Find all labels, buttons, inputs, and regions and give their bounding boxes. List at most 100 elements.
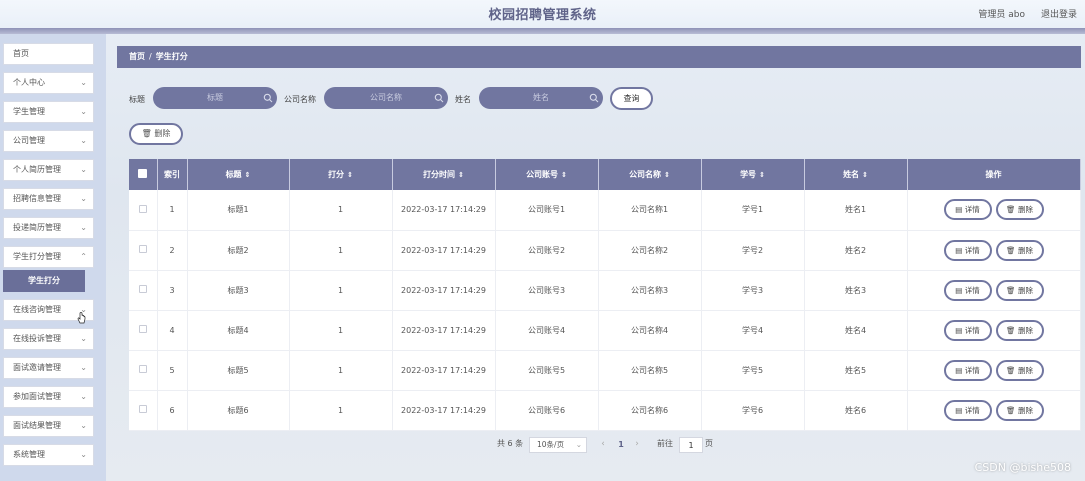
sidebar-item-label: 在线投诉管理 bbox=[13, 334, 61, 343]
col-name[interactable]: 姓名 ⇕ bbox=[804, 159, 908, 190]
table-row: 2 标题2 1 2022-03-17 17:14:29 公司账号2 公司名称2 学号2 姓名2… bbox=[129, 230, 1081, 271]
batch-delete-button[interactable]: 🗑 删除 bbox=[129, 123, 183, 145]
sidebar-item-personal-center[interactable]: 个人中心 ⌄ bbox=[3, 72, 94, 94]
next-page-button[interactable]: › bbox=[631, 437, 643, 453]
sidebar-item-label: 系统管理 bbox=[13, 450, 45, 459]
row-checkbox-cell[interactable] bbox=[129, 350, 158, 391]
top-header: 校园招聘管理系统 管理员 abo 退出登录 bbox=[0, 0, 1085, 28]
col-score[interactable]: 打分 ⇕ bbox=[289, 159, 393, 190]
name-search-input[interactable] bbox=[479, 87, 603, 109]
breadcrumb: 首页 / 学生打分 bbox=[117, 46, 1081, 68]
sidebar-item-label: 在线咨询管理 bbox=[13, 305, 61, 314]
cell-index: 6 bbox=[157, 390, 188, 431]
sidebar-item-label: 个人简历管理 bbox=[13, 165, 61, 174]
sidebar-item-label: 学生打分管理 bbox=[13, 252, 61, 261]
delete-button[interactable]: 🗑 删除 bbox=[995, 279, 1044, 301]
cell-company-name: 公司名称6 bbox=[598, 390, 702, 431]
sidebar-subitem-student-score[interactable]: 学生打分 bbox=[3, 270, 85, 292]
select-all-checkbox[interactable] bbox=[138, 169, 148, 178]
detail-button[interactable]: ▤ 详情 bbox=[943, 359, 992, 381]
col-student-no[interactable]: 学号 ⇕ bbox=[701, 159, 805, 190]
col-title[interactable]: 标题 ⇕ bbox=[187, 159, 290, 190]
prev-page-button[interactable]: ‹ bbox=[597, 437, 609, 453]
col-company-account[interactable]: 公司账号 ⇕ bbox=[495, 159, 599, 190]
page-size-select[interactable]: 10条/页 ⌄ bbox=[529, 437, 587, 453]
row-checkbox[interactable] bbox=[138, 204, 147, 213]
cell-name: 姓名5 bbox=[804, 350, 908, 391]
sidebar-item-label: 面试结果管理 bbox=[13, 421, 61, 430]
sidebar-item-system-mgmt[interactable]: 系统管理 ⌄ bbox=[3, 444, 94, 466]
sort-icon[interactable]: ⇕ bbox=[347, 171, 353, 179]
breadcrumb-home[interactable]: 首页 bbox=[129, 52, 145, 61]
goto-page-input[interactable] bbox=[679, 437, 703, 453]
row-checkbox-cell[interactable] bbox=[129, 390, 158, 431]
chevron-down-icon: ⌄ bbox=[80, 194, 87, 203]
col-score-time[interactable]: 打分时间 ⇕ bbox=[392, 159, 496, 190]
table-row: 3 标题3 1 2022-03-17 17:14:29 公司账号3 公司名称3 学号3 姓名3… bbox=[129, 270, 1081, 311]
sidebar-item-company-mgmt[interactable]: 公司管理 ⌄ bbox=[3, 130, 94, 152]
row-checkbox[interactable] bbox=[138, 285, 147, 293]
sidebar-item-resume-delivery-mgmt[interactable]: 投递简历管理 ⌄ bbox=[3, 217, 94, 239]
row-checkbox-cell[interactable] bbox=[129, 310, 158, 351]
sidebar-item-attend-interview-mgmt[interactable]: 参加面试管理 ⌄ bbox=[3, 386, 94, 408]
sort-icon[interactable]: ⇕ bbox=[245, 171, 251, 179]
page-number-1[interactable]: 1 bbox=[615, 437, 627, 453]
hand-cursor-icon bbox=[77, 312, 86, 324]
row-checkbox-cell[interactable] bbox=[129, 230, 158, 271]
cell-company-account: 公司账号3 bbox=[495, 270, 599, 311]
table-row: 1 标题1 1 2022-03-17 17:14:29 公司账号1 公司名称1 学号1 姓名1… bbox=[129, 190, 1081, 231]
detail-button[interactable]: ▤ 详情 bbox=[943, 239, 992, 261]
delete-button[interactable]: 🗑 删除 bbox=[995, 199, 1044, 221]
row-checkbox[interactable] bbox=[138, 405, 147, 413]
sort-icon[interactable]: ⇕ bbox=[759, 171, 765, 179]
detail-button[interactable]: ▤ 详情 bbox=[943, 399, 992, 421]
sidebar-item-home[interactable]: 首页 bbox=[3, 43, 94, 65]
sort-icon[interactable]: ⇕ bbox=[862, 171, 868, 179]
sidebar-item-label: 学生管理 bbox=[13, 107, 45, 116]
title-search-input[interactable] bbox=[153, 87, 277, 109]
cell-operations: ▤ 详情 🗑 删除 bbox=[907, 390, 1081, 431]
sort-icon[interactable]: ⇕ bbox=[561, 171, 567, 179]
query-button[interactable]: 查询 bbox=[610, 87, 653, 110]
row-checkbox-cell[interactable] bbox=[129, 270, 158, 311]
select-all-checkbox-cell[interactable] bbox=[129, 159, 158, 190]
cell-student-no: 学号4 bbox=[701, 310, 805, 351]
company-search-input[interactable] bbox=[324, 87, 448, 109]
row-checkbox-cell[interactable] bbox=[129, 190, 158, 231]
sort-icon[interactable]: ⇕ bbox=[458, 171, 464, 179]
sidebar-item-label: 参加面试管理 bbox=[13, 392, 61, 401]
sidebar-item-online-complaint-mgmt[interactable]: 在线投诉管理 ⌄ bbox=[3, 328, 94, 350]
cell-name: 姓名6 bbox=[804, 390, 908, 431]
table-body: 1 标题1 1 2022-03-17 17:14:29 公司账号1 公司名称1 学号1 姓名1… bbox=[129, 190, 1081, 431]
cell-company-name: 公司名称3 bbox=[598, 270, 702, 311]
cell-title: 标题4 bbox=[187, 310, 290, 351]
sort-icon[interactable]: ⇕ bbox=[664, 171, 670, 179]
sidebar-item-resume-mgmt[interactable]: 个人简历管理 ⌄ bbox=[3, 159, 94, 181]
cell-company-account: 公司账号4 bbox=[495, 310, 599, 351]
detail-button[interactable]: ▤ 详情 bbox=[943, 199, 992, 221]
logout-link[interactable]: 退出登录 bbox=[1041, 7, 1077, 20]
cell-index: 1 bbox=[157, 190, 188, 231]
detail-button[interactable]: ▤ 详情 bbox=[943, 319, 992, 341]
sidebar-item-job-info-mgmt[interactable]: 招聘信息管理 ⌄ bbox=[3, 188, 94, 210]
col-company-name[interactable]: 公司名称 ⇕ bbox=[598, 159, 702, 190]
row-checkbox[interactable] bbox=[138, 245, 147, 253]
chevron-down-icon: ⌄ bbox=[80, 392, 87, 401]
cell-index: 3 bbox=[157, 270, 188, 311]
delete-button[interactable]: 🗑 删除 bbox=[995, 319, 1044, 341]
batch-delete-label: 删除 bbox=[154, 129, 171, 138]
delete-button[interactable]: 🗑 删除 bbox=[995, 359, 1044, 381]
cell-index: 4 bbox=[157, 310, 188, 351]
row-checkbox[interactable] bbox=[138, 325, 147, 333]
sidebar-item-interview-result-mgmt[interactable]: 面试结果管理 ⌄ bbox=[3, 415, 94, 437]
pager-total: 共 6 条 bbox=[497, 439, 524, 448]
row-checkbox[interactable] bbox=[138, 365, 147, 373]
cell-score-time: 2022-03-17 17:14:29 bbox=[392, 390, 496, 431]
sidebar-item-student-mgmt[interactable]: 学生管理 ⌄ bbox=[3, 101, 94, 123]
sidebar-item-student-score-mgmt[interactable]: 学生打分管理 ⌃ bbox=[3, 246, 94, 268]
title-filter-label: 标题 bbox=[129, 95, 145, 104]
delete-button[interactable]: 🗑 删除 bbox=[995, 239, 1044, 261]
delete-button[interactable]: 🗑 删除 bbox=[995, 399, 1044, 421]
sidebar-item-interview-invite-mgmt[interactable]: 面试邀请管理 ⌄ bbox=[3, 357, 94, 379]
detail-button[interactable]: ▤ 详情 bbox=[943, 279, 992, 301]
